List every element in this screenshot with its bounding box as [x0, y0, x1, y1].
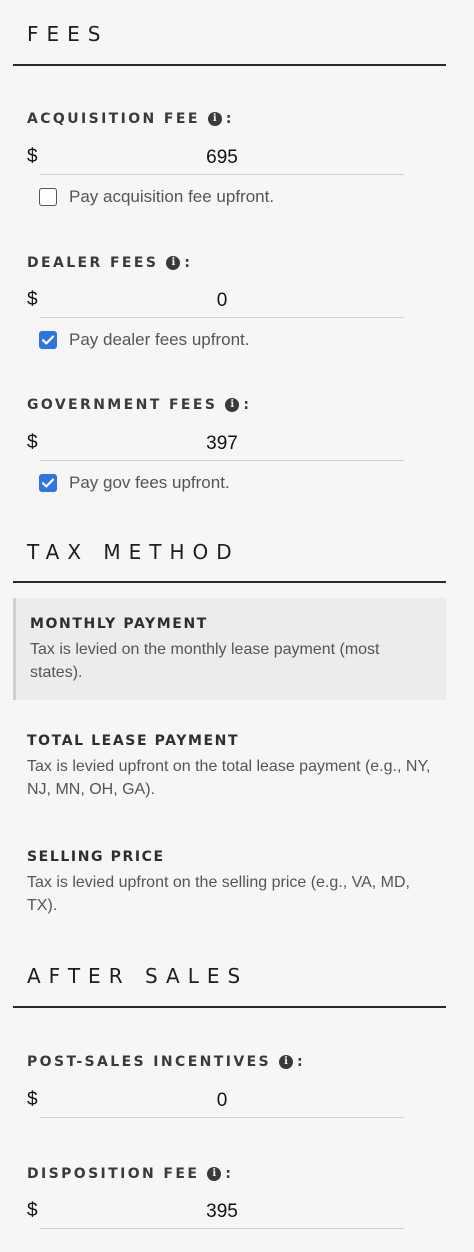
checkmark-icon: [42, 335, 54, 345]
dealer-fees-upfront-checkbox[interactable]: [39, 331, 57, 349]
tax-option-selling-price[interactable]: SELLING PRICE Tax is levied upfront on t…: [13, 831, 446, 933]
tax-option-monthly-payment[interactable]: MONTHLY PAYMENT Tax is levied on the mon…: [13, 598, 446, 700]
label-colon: :: [184, 255, 190, 271]
info-icon[interactable]: i: [207, 1167, 222, 1181]
government-fees-upfront-option[interactable]: Pay gov fees upfront.: [39, 473, 230, 493]
fees-section-title: FEES: [27, 22, 109, 46]
acquisition-fee-upfront-checkbox[interactable]: [39, 188, 57, 206]
government-fees-label: GOVERNMENT FEES i :: [27, 397, 249, 413]
label-colon: :: [225, 1166, 231, 1182]
tax-option-total-lease-payment[interactable]: TOTAL LEASE PAYMENT Tax is levied upfron…: [13, 715, 446, 817]
currency-symbol: $: [27, 1089, 38, 1110]
post-sales-incentives-label: POST-SALES INCENTIVES i :: [27, 1054, 303, 1070]
info-icon[interactable]: i: [225, 398, 240, 412]
government-fees-upfront-checkbox[interactable]: [39, 474, 57, 492]
after-sales-section-divider: [13, 1006, 446, 1008]
government-fees-label-text: GOVERNMENT FEES: [27, 397, 218, 413]
tax-method-section-title: TAX METHOD: [27, 540, 240, 564]
tax-option-title: SELLING PRICE: [27, 849, 165, 865]
government-fees-input[interactable]: [40, 427, 404, 461]
disposition-fee-label: DISPOSITION FEE i :: [27, 1166, 231, 1182]
label-colon: :: [297, 1054, 303, 1070]
currency-symbol: $: [27, 432, 38, 453]
acquisition-fee-upfront-option[interactable]: Pay acquisition fee upfront.: [39, 187, 274, 207]
disposition-fee-input[interactable]: [40, 1195, 404, 1229]
tax-option-description: Tax is levied upfront on the total lease…: [27, 758, 431, 798]
dealer-fees-label: DEALER FEES i :: [27, 255, 190, 271]
info-icon[interactable]: i: [207, 112, 222, 126]
dealer-fees-upfront-label: Pay dealer fees upfront.: [69, 330, 250, 349]
post-sales-incentives-input[interactable]: [40, 1084, 404, 1118]
dealer-fees-upfront-option[interactable]: Pay dealer fees upfront.: [39, 330, 250, 350]
label-colon: :: [225, 111, 232, 127]
acquisition-fee-label-text: ACQUISITION FEE: [27, 111, 200, 127]
tax-option-description: Tax is levied on the monthly lease payme…: [30, 641, 380, 681]
acquisition-fee-label: ACQUISITION FEE i :: [27, 111, 231, 127]
post-sales-incentives-label-text: POST-SALES INCENTIVES: [27, 1054, 272, 1070]
fees-section-divider: [13, 64, 446, 66]
currency-symbol: $: [27, 146, 38, 167]
checkmark-icon: [42, 478, 54, 488]
acquisition-fee-upfront-label: Pay acquisition fee upfront.: [69, 187, 275, 206]
label-colon: :: [243, 397, 249, 413]
after-sales-section-title: AFTER SALES: [27, 964, 249, 988]
currency-symbol: $: [27, 1200, 38, 1221]
tax-option-title: TOTAL LEASE PAYMENT: [27, 733, 240, 749]
acquisition-fee-input[interactable]: [40, 141, 404, 175]
tax-option-title: MONTHLY PAYMENT: [30, 616, 208, 632]
tax-method-section-divider: [13, 581, 446, 583]
disposition-fee-label-text: DISPOSITION FEE: [27, 1166, 200, 1182]
info-icon[interactable]: i: [166, 256, 181, 270]
tax-option-description: Tax is levied upfront on the selling pri…: [27, 874, 410, 914]
government-fees-upfront-label: Pay gov fees upfront.: [69, 473, 230, 492]
currency-symbol: $: [27, 289, 38, 310]
dealer-fees-input[interactable]: [40, 284, 404, 318]
info-icon[interactable]: i: [279, 1055, 294, 1069]
dealer-fees-label-text: DEALER FEES: [27, 255, 159, 271]
